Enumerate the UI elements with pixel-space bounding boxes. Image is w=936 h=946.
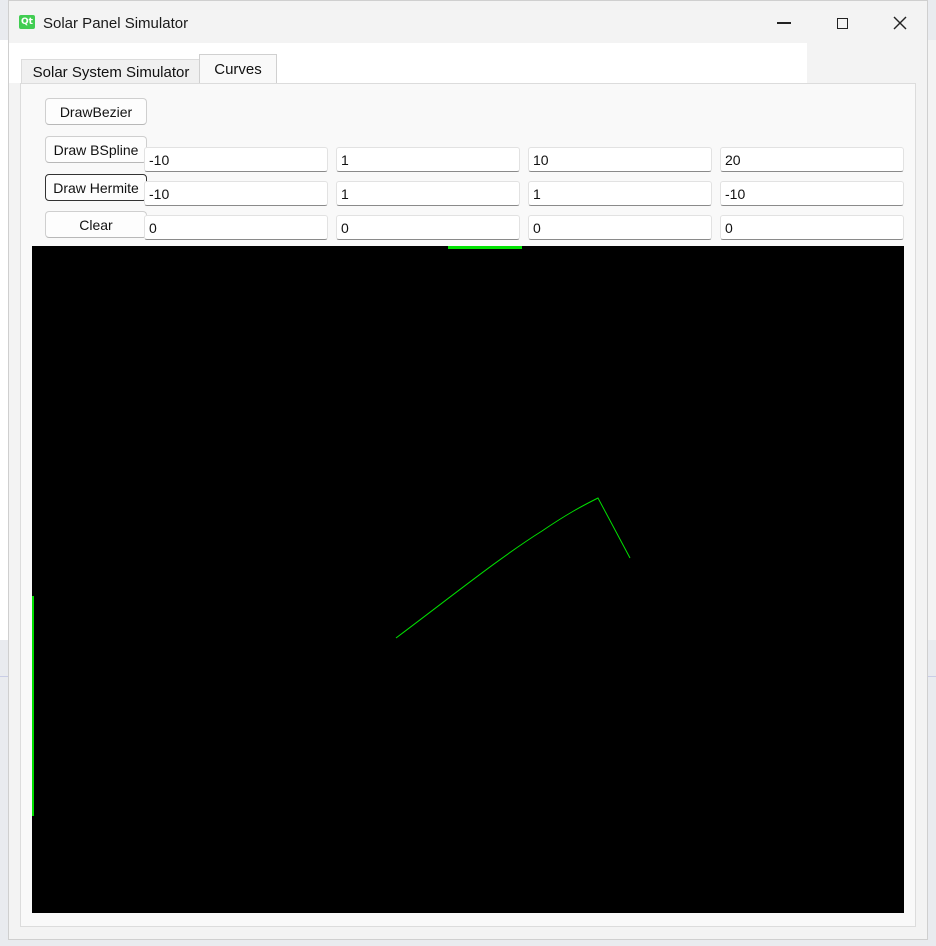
- point2-row3-field[interactable]: 0: [336, 215, 520, 240]
- canvas-top-artifact: [448, 246, 522, 249]
- minimize-icon: [777, 22, 791, 24]
- background-window-edge-left: [0, 40, 8, 640]
- close-button[interactable]: [873, 1, 927, 45]
- curve-plot: [32, 246, 631, 816]
- background-window-edge-right: [928, 40, 936, 640]
- point1-row2-field[interactable]: -10: [144, 181, 328, 206]
- clear-button[interactable]: Clear: [45, 211, 147, 238]
- canvas-left-edge-line: [32, 596, 34, 816]
- point2-row1-field[interactable]: 1: [336, 147, 520, 172]
- point2-row2-field[interactable]: 1: [336, 181, 520, 206]
- draw-hermite-button[interactable]: Draw Hermite: [45, 174, 147, 201]
- qt-logo-icon: Qt: [19, 15, 35, 29]
- hermite-curve: [395, 497, 631, 639]
- point3-row2-field[interactable]: 1: [528, 181, 712, 206]
- point4-row1-field[interactable]: 20: [720, 147, 904, 172]
- draw-bspline-button[interactable]: Draw BSpline: [45, 136, 147, 163]
- close-icon: [893, 16, 907, 30]
- title-bar: Qt Solar Panel Simulator: [9, 1, 927, 45]
- tab-curves[interactable]: Curves: [199, 54, 277, 84]
- point4-row2-field[interactable]: -10: [720, 181, 904, 206]
- drawing-canvas[interactable]: [32, 246, 904, 913]
- point4-row3-field[interactable]: 0: [720, 215, 904, 240]
- point3-row1-field[interactable]: 10: [528, 147, 712, 172]
- minimize-button[interactable]: [757, 1, 811, 45]
- maximize-icon: [836, 17, 848, 29]
- window-title: Solar Panel Simulator: [43, 15, 189, 32]
- point1-row1-field[interactable]: -10: [144, 147, 328, 172]
- point1-row3-field[interactable]: 0: [144, 215, 328, 240]
- tab-solar-system-simulator[interactable]: Solar System Simulator: [21, 59, 201, 84]
- maximize-button[interactable]: [815, 1, 869, 45]
- point3-row3-field[interactable]: 0: [528, 215, 712, 240]
- draw-bezier-button[interactable]: DrawBezier: [45, 98, 147, 125]
